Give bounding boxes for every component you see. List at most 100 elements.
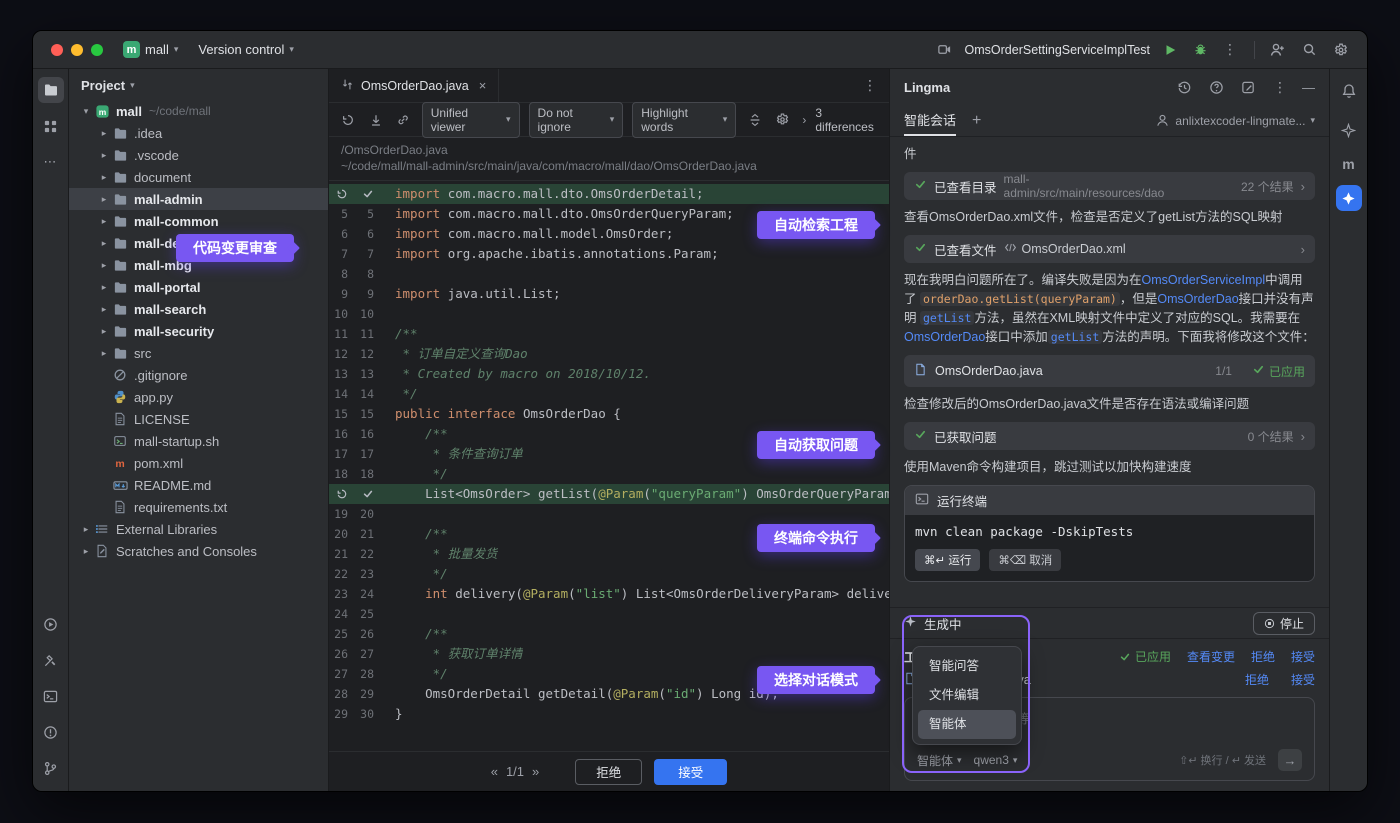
tree-item-external-libraries[interactable]: ▸External Libraries [69, 518, 328, 540]
chevron-right-icon[interactable]: › [802, 113, 806, 127]
accept-change-icon[interactable] [355, 484, 381, 504]
reject-all-link[interactable]: 拒绝 [1251, 648, 1275, 665]
lingma-plugin-icon[interactable] [1336, 185, 1362, 211]
run-button[interactable] [1160, 40, 1180, 60]
project-tool-icon[interactable] [38, 77, 64, 103]
differences-count[interactable]: 3 differences [815, 106, 879, 134]
search-icon[interactable] [1299, 40, 1319, 60]
mode-option-文件编辑[interactable]: 文件编辑 [918, 681, 1016, 710]
accept-all-link[interactable]: 接受 [1291, 648, 1315, 665]
help-icon[interactable] [1206, 77, 1226, 97]
git-tool-icon[interactable] [38, 755, 64, 781]
whitespace-select[interactable]: Do not ignore ▾ [529, 102, 624, 138]
version-control-menu[interactable]: Version control ▾ [198, 42, 294, 57]
view-changes-link[interactable]: 查看变更 [1187, 648, 1235, 665]
send-button[interactable]: → [1278, 749, 1302, 771]
code-line-text: * 条件查询订单 [381, 444, 523, 464]
tree-item-vscode[interactable]: ▸.vscode [69, 144, 328, 166]
tree-item-mall-security[interactable]: ▸mall-security [69, 320, 328, 342]
tree-item-gitignore[interactable]: .gitignore [69, 364, 328, 386]
gutter-new-line-number: 17 [355, 444, 381, 464]
mode-selector[interactable]: 智能体 ▾ [917, 752, 962, 769]
tree-item-mall[interactable]: ▾mmall~/code/mall [69, 100, 328, 122]
file-link[interactable]: OmsOrderServiceImpl [1142, 273, 1266, 287]
close-tab-icon[interactable]: × [479, 78, 487, 93]
history-icon[interactable] [1174, 77, 1194, 97]
diff-file-icon [341, 78, 354, 94]
more-actions-button[interactable]: ⋮ [1220, 40, 1240, 60]
account-menu[interactable]: anlixtexcoder-lingmate... ▾ [1155, 113, 1315, 128]
problems-tool-icon[interactable] [38, 719, 64, 745]
collapse-unchanged-icon[interactable] [745, 110, 764, 130]
mode-option-智能体[interactable]: 智能体 [918, 710, 1016, 739]
tree-item-mall-admin[interactable]: ▸mall-admin [69, 188, 328, 210]
close-window-button[interactable] [51, 44, 63, 56]
reject-file-link[interactable]: 拒绝 [1245, 671, 1269, 688]
model-selector[interactable]: qwen3 ▾ [974, 753, 1018, 767]
project-selector[interactable]: m mall ▾ [123, 41, 178, 58]
accept-file-link[interactable]: 接受 [1291, 671, 1315, 688]
settings-gear-icon[interactable] [1331, 40, 1351, 60]
file-link[interactable]: OmsOrderDao [1157, 292, 1238, 306]
tree-item-mall-search[interactable]: ▸mall-search [69, 298, 328, 320]
diff-settings-icon[interactable] [773, 110, 792, 130]
tree-item-mall-startup-sh[interactable]: mall-startup.sh [69, 430, 328, 452]
tree-item-idea[interactable]: ▸.idea [69, 122, 328, 144]
notifications-bell-icon[interactable] [1336, 78, 1362, 104]
stop-button[interactable]: 停止 [1253, 612, 1315, 635]
viewer-mode-select[interactable]: Unified viewer ▾ [422, 102, 520, 138]
terminal-tool-icon[interactable] [38, 683, 64, 709]
ai-assistant-icon[interactable] [1336, 117, 1362, 143]
run-configuration[interactable]: OmsOrderSettingServiceImplTest [965, 43, 1150, 57]
new-chat-icon[interactable] [1238, 77, 1258, 97]
next-diff-button[interactable]: » [532, 764, 539, 779]
apply-all-icon[interactable] [367, 110, 386, 130]
run-command-button[interactable]: ⌘↵ 运行 [915, 549, 980, 571]
tree-item-mall-portal[interactable]: ▸mall-portal [69, 276, 328, 298]
services-tool-icon[interactable] [38, 611, 64, 637]
tree-item-scratches-and-consoles[interactable]: ▸Scratches and Consoles [69, 540, 328, 562]
file-link[interactable]: getList [1048, 330, 1102, 344]
prev-diff-button[interactable]: « [491, 764, 498, 779]
debug-button[interactable] [1190, 40, 1210, 60]
project-panel-header[interactable]: Project ▾ [69, 69, 328, 100]
more-tools-icon[interactable]: ⋯ [38, 149, 64, 175]
build-tool-icon[interactable] [38, 647, 64, 673]
tree-item-readme-md[interactable]: README.md [69, 474, 328, 496]
new-session-button[interactable]: + [972, 112, 981, 130]
structure-tool-icon[interactable] [38, 113, 64, 139]
tree-item-license[interactable]: LICENSE [69, 408, 328, 430]
revert-change-icon[interactable] [329, 484, 355, 504]
agent-step-已获取问题[interactable]: 已获取问题0 个结果› [904, 422, 1315, 450]
tree-item-requirements-txt[interactable]: requirements.txt [69, 496, 328, 518]
editor-options-icon[interactable]: ⋮ [863, 77, 877, 94]
agent-step-已查看目录[interactable]: 已查看目录mall-admin/src/main/resources/dao22… [904, 172, 1315, 200]
tab-smart-session[interactable]: 智能会话 [904, 105, 956, 136]
cancel-command-button[interactable]: ⌘⌫ 取消 [989, 549, 1061, 571]
tree-item-pom-xml[interactable]: mpom.xml [69, 452, 328, 474]
file-link[interactable]: OmsOrderDao [904, 330, 985, 344]
agent-step-已查看文件[interactable]: 已查看文件OmsOrderDao.xml› [904, 235, 1315, 263]
reject-button[interactable]: 拒绝 [575, 759, 642, 785]
m-plugin-icon[interactable]: m [1342, 156, 1354, 172]
file-link[interactable]: getList [920, 311, 974, 325]
accept-change-icon[interactable] [355, 184, 381, 204]
link-icon[interactable] [394, 110, 413, 130]
rollback-icon[interactable] [339, 110, 358, 130]
mode-option-智能问答[interactable]: 智能问答 [918, 652, 1016, 681]
highlight-mode-select[interactable]: Highlight words ▾ [632, 102, 736, 138]
minimize-window-button[interactable] [71, 44, 83, 56]
tab-omsorderdao-java[interactable]: OmsOrderDao.java × [329, 69, 499, 102]
chevron-right-icon: ▸ [79, 546, 93, 557]
minimize-panel-icon[interactable]: — [1302, 80, 1315, 95]
tree-item-document[interactable]: ▸document [69, 166, 328, 188]
tree-item-mall-common[interactable]: ▸mall-common [69, 210, 328, 232]
add-user-button[interactable] [1267, 40, 1287, 60]
file-change-card[interactable]: OmsOrderDao.java1/1已应用 [904, 355, 1315, 387]
zoom-window-button[interactable] [91, 44, 103, 56]
lingma-more-icon[interactable]: ⋮ [1270, 77, 1290, 97]
accept-button[interactable]: 接受 [654, 759, 727, 785]
tree-item-src[interactable]: ▸src [69, 342, 328, 364]
tree-item-app-py[interactable]: app.py [69, 386, 328, 408]
revert-change-icon[interactable] [329, 184, 355, 204]
